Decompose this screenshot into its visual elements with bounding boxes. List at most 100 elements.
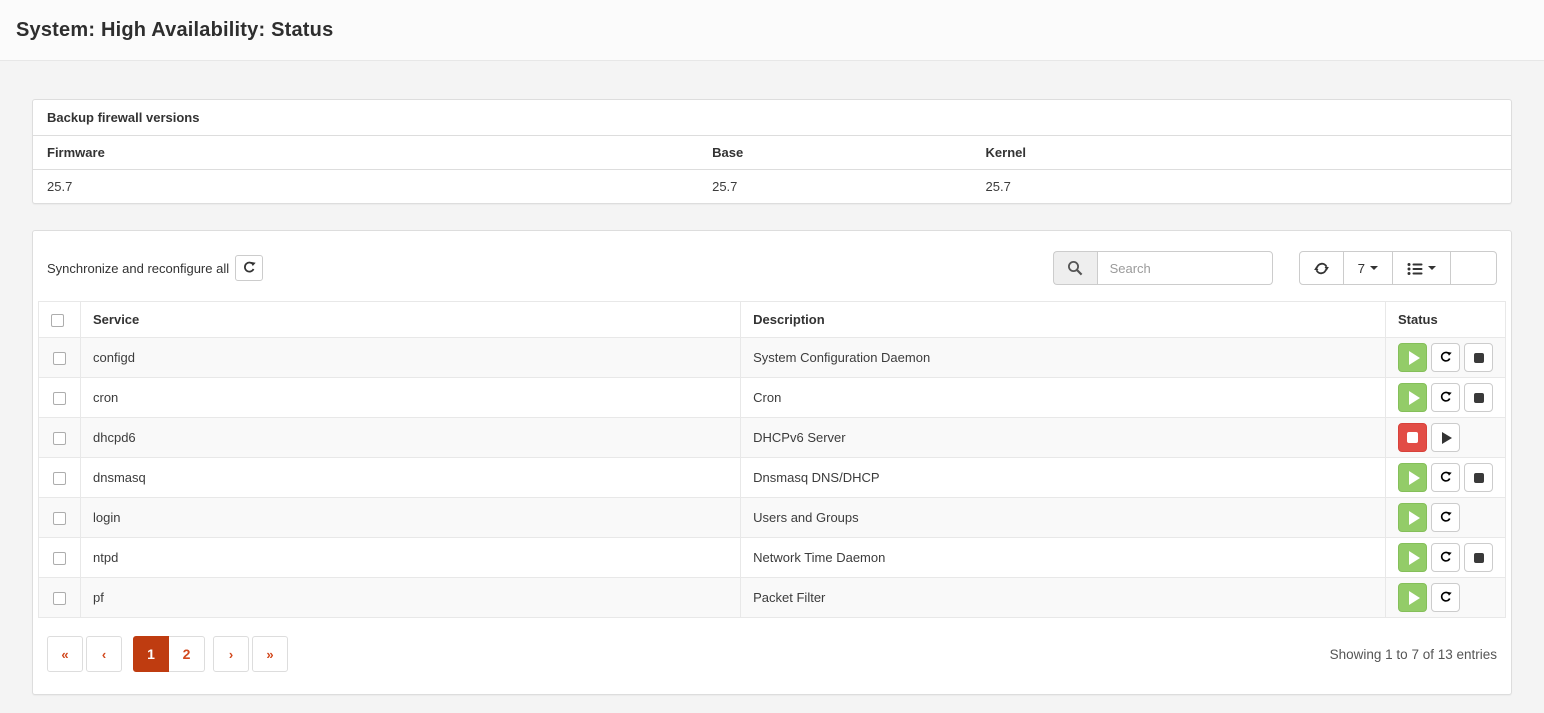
restart-service-button[interactable] [1431, 383, 1460, 412]
col-header-description: Description [741, 302, 1386, 338]
col-header-status: Status [1386, 302, 1506, 338]
pagination: « ‹ 1 2 › » [47, 636, 291, 672]
restart-icon [1439, 471, 1452, 484]
play-icon [1409, 511, 1420, 525]
service-description: Network Time Daemon [741, 538, 1386, 578]
stop-service-button[interactable] [1464, 383, 1493, 412]
restart-icon [1439, 511, 1452, 524]
service-description: Users and Groups [741, 498, 1386, 538]
chevron-down-icon [1428, 266, 1436, 270]
play-icon [1442, 432, 1452, 444]
service-description: DHCPv6 Server [741, 418, 1386, 458]
pagination-page-2[interactable]: 2 [169, 636, 205, 672]
restart-service-button[interactable] [1431, 543, 1460, 572]
service-running-button[interactable] [1398, 343, 1427, 372]
pagination-first-button[interactable]: « [47, 636, 83, 672]
service-running-button[interactable] [1398, 583, 1427, 612]
restart-service-button[interactable] [1431, 343, 1460, 372]
start-service-button[interactable] [1431, 423, 1460, 452]
pagination-next-button[interactable]: › [213, 636, 249, 672]
stop-icon [1474, 353, 1484, 363]
versions-col-base: Base [698, 136, 971, 170]
backup-versions-panel: Backup firewall versions Firmware Base K… [32, 99, 1512, 204]
restart-service-button[interactable] [1431, 583, 1460, 612]
row-select-checkbox[interactable] [53, 472, 66, 485]
row-select-checkbox[interactable] [53, 552, 66, 565]
search-icon [1053, 251, 1097, 285]
table-row: configd System Configuration Daemon [39, 338, 1506, 378]
play-icon [1409, 591, 1420, 605]
row-select-checkbox[interactable] [53, 512, 66, 525]
search-input[interactable] [1097, 251, 1273, 285]
spare-toolbar-button[interactable] [1451, 251, 1497, 285]
table-footer: « ‹ 1 2 › » Showing 1 to 7 of 13 entries [33, 618, 1511, 694]
versions-col-kernel: Kernel [972, 136, 1511, 170]
search-group [1053, 251, 1273, 285]
sync-reconfigure-label: Synchronize and reconfigure all [47, 261, 229, 276]
restart-icon [1439, 351, 1452, 364]
pagination-page-1[interactable]: 1 [133, 636, 169, 672]
pagination-prev-button[interactable]: ‹ [86, 636, 122, 672]
stop-icon [1474, 473, 1484, 483]
play-icon [1409, 551, 1420, 565]
select-all-checkbox[interactable] [51, 314, 64, 327]
table-row: ntpd Network Time Daemon [39, 538, 1506, 578]
restart-service-button[interactable] [1431, 503, 1460, 532]
stop-icon [1474, 393, 1484, 403]
entries-summary: Showing 1 to 7 of 13 entries [1330, 647, 1497, 662]
restart-service-button[interactable] [1431, 463, 1460, 492]
base-version: 25.7 [698, 170, 971, 204]
service-running-button[interactable] [1398, 463, 1427, 492]
services-toolbar: Synchronize and reconfigure all [33, 231, 1511, 301]
stop-icon [1407, 432, 1418, 443]
list-columns-icon [1407, 261, 1423, 276]
table-row: pf Packet Filter [39, 578, 1506, 618]
versions-col-firmware: Firmware [33, 136, 698, 170]
service-name: login [81, 498, 741, 538]
columns-dropdown[interactable] [1393, 251, 1451, 285]
service-name: pf [81, 578, 741, 618]
services-table: Service Description Status configd Syste… [38, 301, 1506, 618]
page-size-dropdown[interactable]: 7 [1344, 251, 1393, 285]
play-icon [1409, 391, 1420, 405]
table-row: dnsmasq Dnsmasq DNS/DHCP [39, 458, 1506, 498]
play-icon [1409, 351, 1420, 365]
refresh-table-button[interactable] [1299, 251, 1344, 285]
content-area: Backup firewall versions Firmware Base K… [0, 99, 1544, 695]
service-description: System Configuration Daemon [741, 338, 1386, 378]
restart-icon [1439, 591, 1452, 604]
pagination-last-button[interactable]: » [252, 636, 288, 672]
services-panel: Synchronize and reconfigure all [32, 230, 1512, 695]
stop-service-button[interactable] [1464, 343, 1493, 372]
stop-icon [1474, 553, 1484, 563]
refresh-icon [1314, 261, 1329, 276]
versions-table: Firmware Base Kernel 25.7 25.7 25.7 [33, 136, 1511, 203]
table-controls-group: 7 [1299, 251, 1497, 285]
backup-versions-title: Backup firewall versions [33, 100, 1511, 136]
restart-icon [1439, 551, 1452, 564]
stop-service-button[interactable] [1464, 543, 1493, 572]
versions-row: 25.7 25.7 25.7 [33, 170, 1511, 204]
row-select-checkbox[interactable] [53, 592, 66, 605]
col-header-service: Service [81, 302, 741, 338]
service-running-button[interactable] [1398, 383, 1427, 412]
service-stopped-button[interactable] [1398, 423, 1427, 452]
page-title: System: High Availability: Status [16, 19, 333, 42]
service-running-button[interactable] [1398, 503, 1427, 532]
service-name: cron [81, 378, 741, 418]
row-select-checkbox[interactable] [53, 432, 66, 445]
sync-reconfigure-button[interactable] [235, 255, 263, 281]
service-name: ntpd [81, 538, 741, 578]
service-running-button[interactable] [1398, 543, 1427, 572]
stop-service-button[interactable] [1464, 463, 1493, 492]
service-name: dhcpd6 [81, 418, 741, 458]
row-select-checkbox[interactable] [53, 392, 66, 405]
service-description: Cron [741, 378, 1386, 418]
table-row: dhcpd6 DHCPv6 Server [39, 418, 1506, 458]
row-select-checkbox[interactable] [53, 352, 66, 365]
play-icon [1409, 471, 1420, 485]
service-description: Packet Filter [741, 578, 1386, 618]
restart-icon [1439, 391, 1452, 404]
reload-icon [242, 261, 256, 275]
service-description: Dnsmasq DNS/DHCP [741, 458, 1386, 498]
